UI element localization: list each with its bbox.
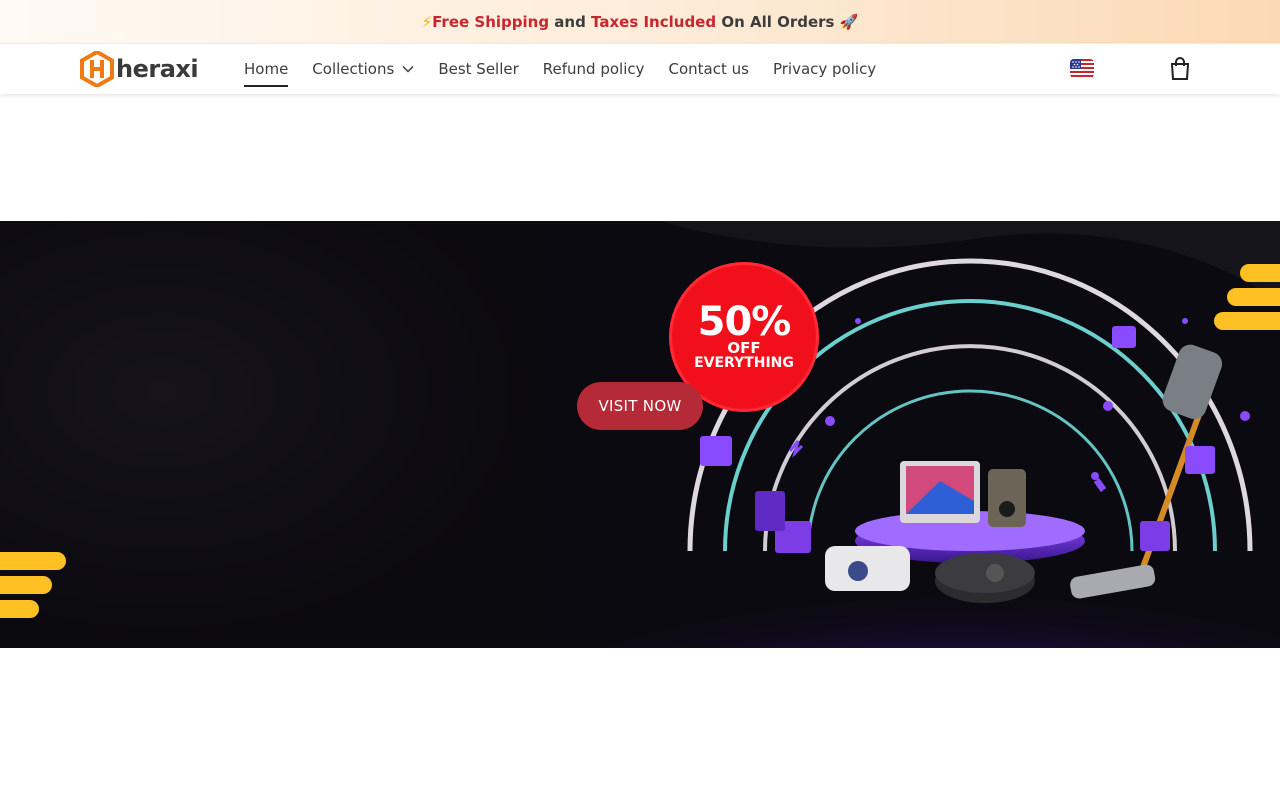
nav-home[interactable]: Home [244, 44, 289, 94]
nav-collections-label: Collections [312, 60, 395, 78]
badge-percent: 50% [697, 299, 792, 345]
us-flag-icon[interactable] [1070, 59, 1094, 78]
chevron-down-icon [402, 65, 414, 73]
rocket-icon: 🚀 [839, 12, 859, 31]
announcement-free-shipping: Free Shipping [432, 12, 550, 31]
yellow-stripes-decoration-right [1214, 264, 1280, 330]
announcement-and: and [549, 12, 592, 31]
brand-logo[interactable]: heraxi [80, 51, 199, 87]
heraxi-logo-icon [80, 51, 114, 87]
hero-product-illustration [540, 221, 1280, 648]
nav-privacy-policy[interactable]: Privacy policy [773, 44, 876, 94]
brand-name: heraxi [116, 55, 199, 83]
nav-contact-us[interactable]: Contact us [669, 44, 749, 94]
site-header: heraxi Home Collections Best Seller Refu… [0, 43, 1280, 94]
shopping-bag-icon[interactable] [1169, 57, 1191, 81]
announcement-taxes-included: Taxes Included [591, 12, 717, 31]
nav-best-seller[interactable]: Best Seller [438, 44, 518, 94]
nav-refund-policy[interactable]: Refund policy [543, 44, 645, 94]
nav-collections[interactable]: Collections [312, 44, 414, 94]
main-navigation: Home Collections Best Seller Refund poli… [244, 44, 900, 94]
announcement-bar: ⚡ Free Shipping and Taxes Included On Al… [0, 0, 1280, 43]
hero-banner: 50% OFF EVERYTHING VISIT NOW [0, 221, 1280, 648]
yellow-stripes-decoration [0, 552, 66, 618]
announcement-on-all-orders: On All Orders [716, 12, 840, 31]
badge-everything: EVERYTHING [694, 355, 794, 371]
visit-now-button[interactable]: VISIT NOW [577, 382, 703, 430]
lightning-icon: ⚡ [421, 12, 433, 31]
badge-off: OFF [727, 339, 761, 357]
hero-dark-panel [0, 221, 540, 648]
